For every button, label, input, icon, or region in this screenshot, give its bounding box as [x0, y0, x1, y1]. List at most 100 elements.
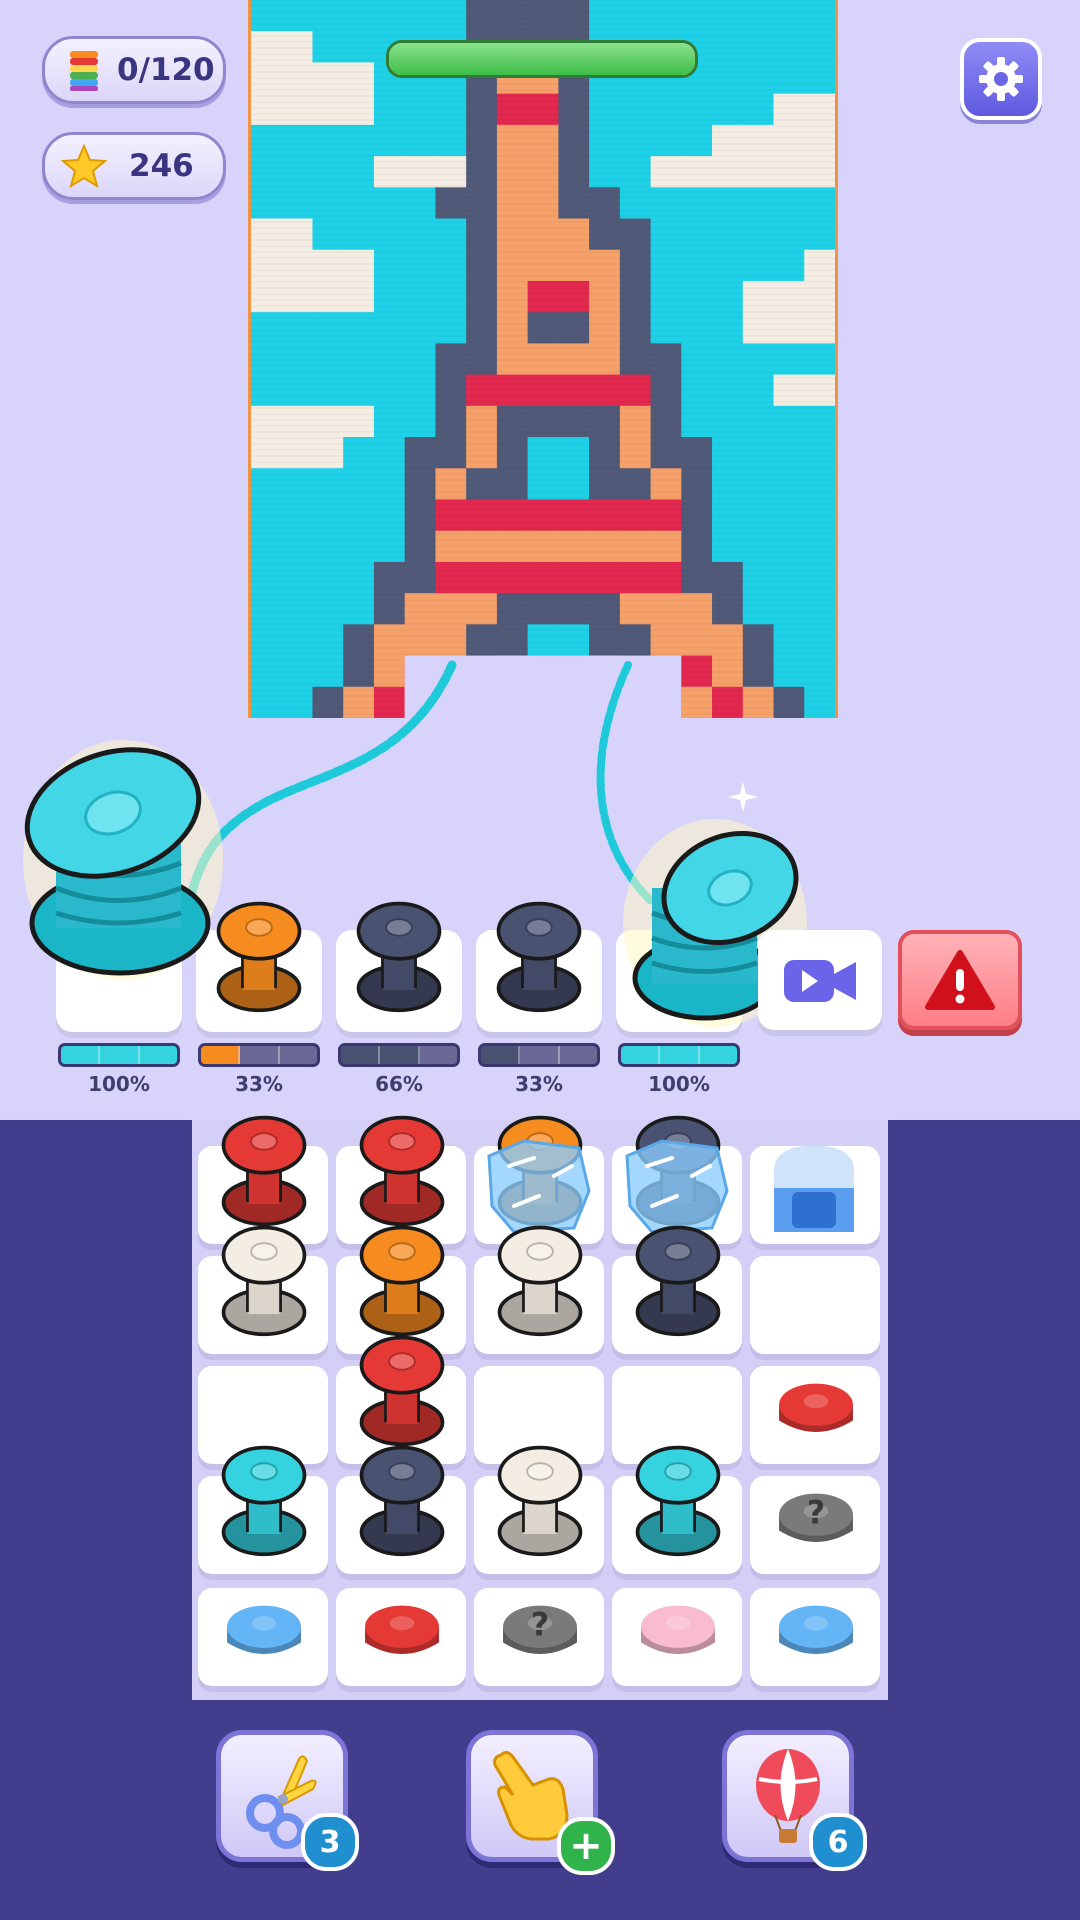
knit-cell: [527, 312, 559, 344]
mystery-spool[interactable]: ?: [496, 1596, 584, 1672]
level-progress-bar: [386, 40, 698, 78]
knit-cell: [435, 405, 467, 438]
knit-cell: [589, 437, 621, 469]
knit-cell: [312, 561, 344, 594]
knit-cell: [681, 468, 713, 501]
knit-cell: [466, 312, 498, 344]
knit-cell: [343, 93, 375, 126]
board-spool[interactable]: [494, 1216, 586, 1348]
spool-cap[interactable]: [772, 1596, 860, 1672]
hand-add-badge: +: [557, 1817, 615, 1875]
knit-cell: [681, 312, 713, 344]
board-spool[interactable]: [632, 1436, 724, 1568]
slot-progress-bar: [478, 1043, 600, 1067]
full-spool-left: [23, 740, 223, 980]
knit-cell: [650, 280, 682, 313]
spool-cap[interactable]: [772, 1374, 860, 1450]
board-spool[interactable]: [218, 1216, 310, 1348]
board-spool[interactable]: [494, 1436, 586, 1568]
slot-spool[interactable]: [353, 892, 445, 1024]
progress-segment: [61, 1046, 101, 1064]
spool-cap[interactable]: [358, 1596, 446, 1672]
spool-cap[interactable]: [634, 1596, 722, 1672]
knit-cell: [527, 156, 559, 188]
knit-cell: [712, 561, 744, 594]
knit-cell: [712, 312, 744, 344]
settings-button[interactable]: [960, 38, 1042, 120]
knit-cell: [466, 156, 498, 188]
knit-cell: [650, 0, 682, 32]
knit-cell: [251, 249, 283, 282]
knit-cell: [373, 249, 406, 282]
knit-cell: [619, 280, 652, 313]
knit-cell: [773, 405, 805, 438]
warning-button[interactable]: [898, 930, 1022, 1030]
knit-cell: [742, 280, 775, 313]
knit-cell: [404, 280, 437, 313]
knit-cell: [527, 124, 559, 157]
knit-cell: [281, 0, 314, 32]
knit-cell: [742, 593, 775, 625]
gear-icon: [979, 57, 1023, 101]
svg-text:?: ?: [531, 1608, 549, 1644]
slot-percent-label: 33%: [235, 1072, 283, 1096]
hand-booster-button[interactable]: +: [466, 1730, 615, 1875]
spool-dispenser[interactable]: [764, 1132, 864, 1240]
slot-progress-bar: [338, 1043, 460, 1067]
sparkle-icon: [728, 782, 758, 812]
mystery-spool[interactable]: ?: [772, 1484, 860, 1560]
knit-cell: [558, 561, 590, 594]
knit-cell: [742, 93, 775, 126]
knit-cell: [312, 468, 344, 501]
knit-cell: [804, 0, 835, 32]
knit-cell: [619, 124, 652, 157]
knit-cell: [558, 312, 590, 344]
knit-cell: [404, 593, 437, 625]
spool-cap[interactable]: [220, 1596, 308, 1672]
progress-segment: [520, 1046, 560, 1064]
knit-cell: [435, 468, 467, 501]
knit-cell: [343, 0, 375, 32]
scissors-booster-button[interactable]: 3: [216, 1730, 359, 1871]
knit-cell: [435, 312, 467, 344]
knit-cell: [681, 249, 713, 282]
knit-picture-canvas: [248, 0, 838, 718]
knit-cell: [312, 124, 344, 157]
knit-cell: [589, 280, 621, 313]
knit-cell: [373, 156, 406, 188]
progress-segment: [139, 1046, 177, 1064]
scissors-count-badge: 3: [301, 1813, 359, 1871]
board-spool[interactable]: [218, 1436, 310, 1568]
knit-cell: [496, 437, 529, 469]
knit-cell: [281, 468, 314, 501]
video-ad-button[interactable]: [758, 930, 882, 1030]
knit-cell: [343, 124, 375, 157]
progress-segment: [279, 1046, 317, 1064]
progress-segment: [660, 1046, 700, 1064]
board-spool[interactable]: [632, 1216, 724, 1348]
board-cell[interactable]: [750, 1256, 880, 1354]
knit-cell: [312, 437, 344, 469]
slot-progress-bar: [198, 1043, 320, 1067]
board-spool[interactable]: [356, 1436, 448, 1568]
knit-cell: [496, 249, 529, 282]
knit-cell: [343, 312, 375, 344]
knit-cell: [619, 156, 652, 188]
knit-cell: [466, 93, 498, 126]
knit-cell: [251, 561, 283, 594]
slot-spool[interactable]: [493, 892, 585, 1024]
balloon-booster-button[interactable]: 6: [722, 1730, 867, 1871]
knit-cell: [681, 593, 713, 625]
knit-cell: [589, 249, 621, 282]
knit-cell: [712, 0, 744, 32]
knit-cell: [373, 280, 406, 313]
knit-cell: [373, 124, 406, 157]
knit-cell: [312, 405, 344, 438]
knit-cell: [373, 405, 406, 438]
svg-text:?: ?: [807, 1496, 825, 1532]
knit-cell: [373, 93, 406, 126]
knit-cell: [773, 124, 805, 157]
knit-cell: [404, 0, 437, 32]
knit-cell: [712, 156, 744, 188]
knit-cell: [773, 156, 805, 188]
